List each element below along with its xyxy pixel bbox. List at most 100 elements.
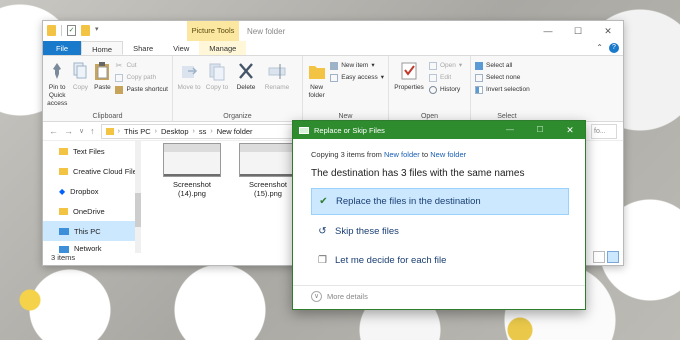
minimize-button[interactable]: — — [533, 21, 563, 41]
compare-files-icon: ❐ — [318, 255, 327, 266]
open-button[interactable]: Open ▾ — [429, 61, 462, 71]
maximize-button[interactable]: ☐ — [563, 21, 593, 41]
sidebar-item-dropbox[interactable]: ◆ Dropbox — [43, 181, 139, 201]
tab-file[interactable]: File — [43, 41, 82, 55]
move-to-label: Move to — [177, 84, 201, 91]
dropdown-caret-icon: ▾ — [458, 62, 463, 69]
tab-manage[interactable]: Manage — [199, 41, 247, 55]
sidebar-item-network[interactable]: Network — [43, 241, 139, 253]
dropdown-caret-icon: ▾ — [380, 74, 384, 81]
edit-button[interactable]: Edit — [429, 73, 462, 83]
breadcrumb-separator-icon: › — [117, 127, 120, 135]
sidebar-item-label: Creative Cloud File — [73, 166, 137, 176]
tab-home[interactable]: Home — [81, 41, 124, 55]
cut-button[interactable]: ✂ Cut — [115, 61, 168, 71]
computer-icon — [59, 227, 69, 235]
chevron-down-icon: ∨ — [311, 291, 322, 302]
dialog-minimize-button[interactable]: — — [495, 121, 525, 139]
new-item-label: New item — [341, 62, 369, 69]
properties-checkmark-icon[interactable]: ✓ — [67, 25, 76, 36]
source-folder-link[interactable]: New folder — [384, 150, 420, 159]
replace-files-option[interactable]: ✔ Replace the files in the destination — [311, 188, 569, 215]
destination-folder-link[interactable]: New folder — [430, 150, 466, 159]
decide-each-file-option[interactable]: ❐ Let me decide for each file — [311, 247, 569, 274]
scrollbar-thumb[interactable] — [135, 193, 141, 227]
sidebar-item-onedrive[interactable]: OneDrive — [43, 201, 139, 221]
qat-dropdown-icon[interactable]: ▾ — [95, 25, 101, 36]
decide-option-label: Let me decide for each file — [335, 255, 447, 266]
navigation-scrollbar[interactable] — [135, 141, 141, 253]
breadcrumb-new-folder[interactable]: New folder — [217, 127, 253, 136]
folder-icon — [105, 127, 114, 135]
dialog-maximize-button[interactable]: ☐ — [525, 121, 555, 139]
search-input[interactable]: fo... — [591, 124, 617, 139]
history-label: History — [440, 86, 461, 93]
paste-shortcut-button[interactable]: Paste shortcut — [115, 85, 168, 95]
new-item-button[interactable]: New item ▾ — [330, 61, 384, 71]
collapse-ribbon-icon[interactable]: ⌃ — [596, 43, 603, 53]
scissors-icon: ✂ — [115, 61, 123, 70]
back-arrow-icon[interactable]: ← — [49, 126, 58, 136]
file-thumbnail — [239, 143, 297, 177]
breadcrumb-this-pc[interactable]: This PC — [124, 127, 151, 136]
file-item[interactable]: Screenshot (14).png — [161, 143, 223, 198]
select-all-button[interactable]: Select all — [475, 61, 530, 71]
title-bar: ✓ ▾ Picture Tools New folder — ☐ ✕ — [43, 21, 623, 41]
details-view-icon[interactable] — [593, 251, 605, 263]
open-label: Open — [440, 62, 456, 69]
file-item[interactable]: Screenshot (15).png — [237, 143, 299, 198]
breadcrumb-desktop[interactable]: Desktop — [161, 127, 189, 136]
more-details-label: More details — [327, 292, 368, 301]
pin-icon — [53, 63, 62, 79]
dropdown-caret-icon: ▾ — [371, 62, 375, 69]
sidebar-item-text-files[interactable]: Text Files — [43, 141, 139, 161]
tab-view[interactable]: View — [163, 41, 199, 55]
invert-selection-label: Invert selection — [486, 86, 530, 93]
copying-status: Copying 3 items from New folder to New f… — [311, 150, 466, 159]
dialog-close-button[interactable]: ✕ — [555, 121, 585, 139]
recent-locations-icon[interactable]: ∨ — [79, 127, 84, 135]
copy-to-icon — [209, 63, 225, 81]
replace-option-label: Replace the files in the destination — [336, 196, 481, 207]
open-icon — [429, 62, 437, 70]
move-to-icon — [182, 66, 198, 78]
select-all-icon — [475, 62, 483, 70]
file-thumbnail — [163, 143, 221, 177]
sidebar-item-label: This PC — [74, 226, 101, 236]
sidebar-item-label: Network — [74, 244, 102, 253]
paste-label: Paste — [94, 84, 111, 91]
edit-icon — [429, 74, 437, 82]
creative-cloud-icon — [59, 167, 68, 175]
copy-path-button[interactable]: Copy path — [115, 73, 168, 83]
select-none-button[interactable]: Select none — [475, 73, 530, 83]
forward-arrow-icon[interactable]: → — [64, 126, 73, 136]
tab-share[interactable]: Share — [123, 41, 163, 55]
breadcrumb-ss[interactable]: ss — [199, 127, 207, 136]
new-folder-icon[interactable] — [81, 25, 90, 36]
easy-access-button[interactable]: Easy access ▾ — [330, 73, 384, 83]
select-none-label: Select none — [486, 74, 521, 81]
help-icon[interactable]: ? — [609, 43, 619, 53]
breadcrumb-separator-icon: › — [192, 127, 195, 135]
sidebar-item-this-pc[interactable]: This PC — [43, 221, 139, 241]
skip-files-option[interactable]: ↺ Skip these files — [311, 218, 569, 245]
more-details-button[interactable]: ∨ More details — [311, 291, 368, 302]
invert-selection-button[interactable]: Invert selection — [475, 85, 530, 95]
ribbon: Pin to Quick access Copy Paste ✂ Cut Copy… — [43, 56, 623, 122]
large-icons-view-icon[interactable] — [607, 251, 619, 263]
clipboard-group: Pin to Quick access Copy Paste ✂ Cut Copy… — [43, 56, 173, 122]
toolbar-divider — [61, 25, 62, 36]
new-group: New folder New item ▾ Easy access ▾ New — [303, 56, 389, 122]
properties-icon — [401, 62, 417, 80]
dialog-title: Replace or Skip Files — [314, 125, 385, 135]
folder-icon — [47, 25, 56, 36]
window-controls: — ☐ ✕ — [533, 21, 623, 41]
close-button[interactable]: ✕ — [593, 21, 623, 41]
checkmark-icon: ✔ — [319, 196, 328, 207]
rename-label: Rename — [264, 84, 290, 91]
conflict-headline: The destination has 3 files with the sam… — [311, 168, 525, 179]
up-arrow-icon[interactable]: ↑ — [90, 126, 95, 136]
sidebar-item-creative-cloud[interactable]: Creative Cloud File — [43, 161, 139, 181]
file-name: Screenshot (15).png — [249, 180, 287, 198]
history-button[interactable]: History — [429, 85, 462, 95]
